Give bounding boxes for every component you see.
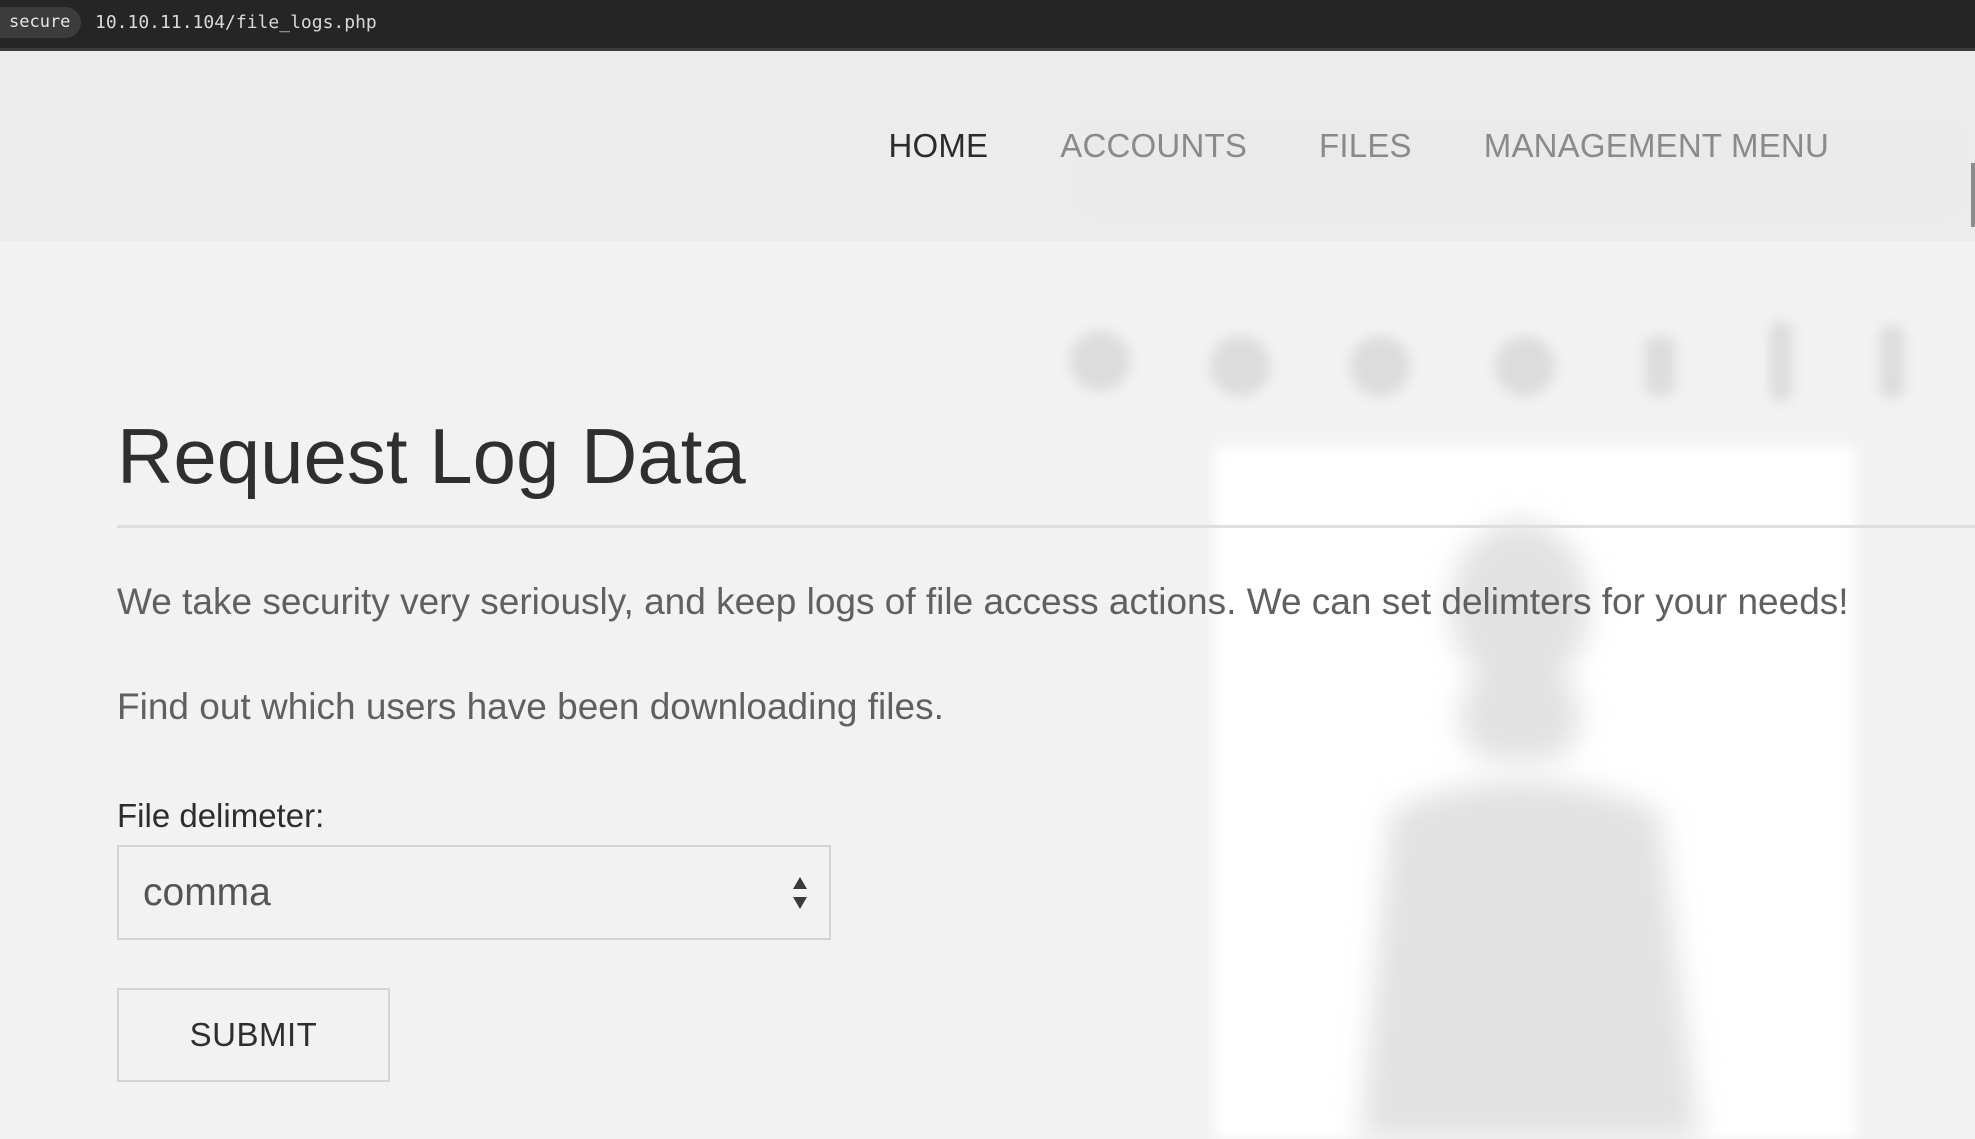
submit-button[interactable]: SUBMIT	[117, 988, 390, 1082]
header-edge-divider	[1971, 163, 1975, 227]
intro-paragraph: We take security very seriously, and kee…	[117, 581, 1849, 622]
nav-accounts[interactable]: ACCOUNTS	[1060, 127, 1247, 165]
nav-files[interactable]: FILES	[1319, 127, 1412, 165]
delimiter-select-value: comma	[143, 871, 271, 914]
description-paragraph: Find out which users have been downloadi…	[117, 686, 944, 727]
select-updown-icon	[793, 877, 807, 909]
delimiter-label: File delimeter:	[117, 797, 325, 834]
url-text[interactable]: 10.10.11.104/file_logs.php	[95, 7, 377, 38]
nav-management-menu[interactable]: MANAGEMENT MENU	[1484, 127, 1829, 165]
nav-home[interactable]: HOME	[888, 127, 988, 165]
main-nav: HOME ACCOUNTS FILES MANAGEMENT MENU	[816, 51, 1829, 241]
title-divider	[117, 525, 1975, 528]
page-title: Request Log Data	[117, 412, 746, 500]
delimiter-select[interactable]: comma	[117, 845, 831, 940]
site-header: HOME ACCOUNTS FILES MANAGEMENT MENU	[0, 51, 1975, 241]
secure-badge: secure	[0, 7, 82, 38]
browser-address-bar: secure 10.10.11.104/file_logs.php	[0, 0, 1975, 51]
